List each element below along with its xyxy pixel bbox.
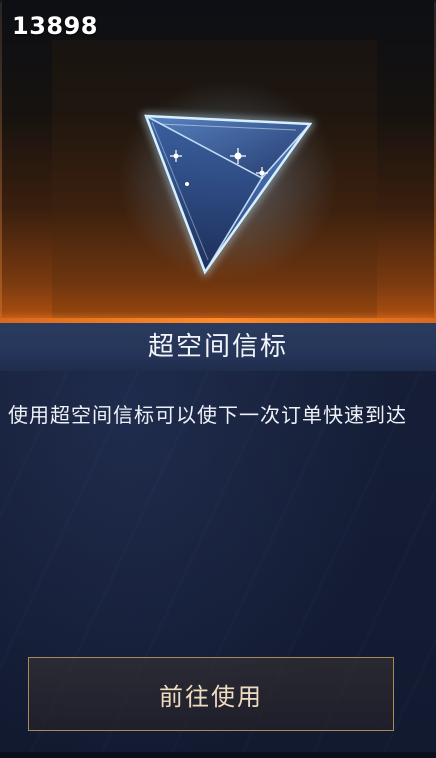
item-detail-card: 13898 超空间信标 使用超空间信标可以使下一次订单快速到达 前往使用: [0, 0, 436, 758]
go-use-button[interactable]: 前往使用: [28, 657, 394, 731]
item-description: 使用超空间信标可以使下一次订单快速到达: [8, 403, 407, 427]
item-hero-panel: 13898: [0, 0, 436, 322]
card-bottom-edge: [0, 752, 436, 758]
resource-counter: 13898: [12, 12, 98, 40]
go-use-button-label: 前往使用: [159, 682, 263, 711]
hyperspace-beacon-crystal-icon: [118, 80, 338, 280]
item-title: 超空间信标: [147, 332, 288, 362]
